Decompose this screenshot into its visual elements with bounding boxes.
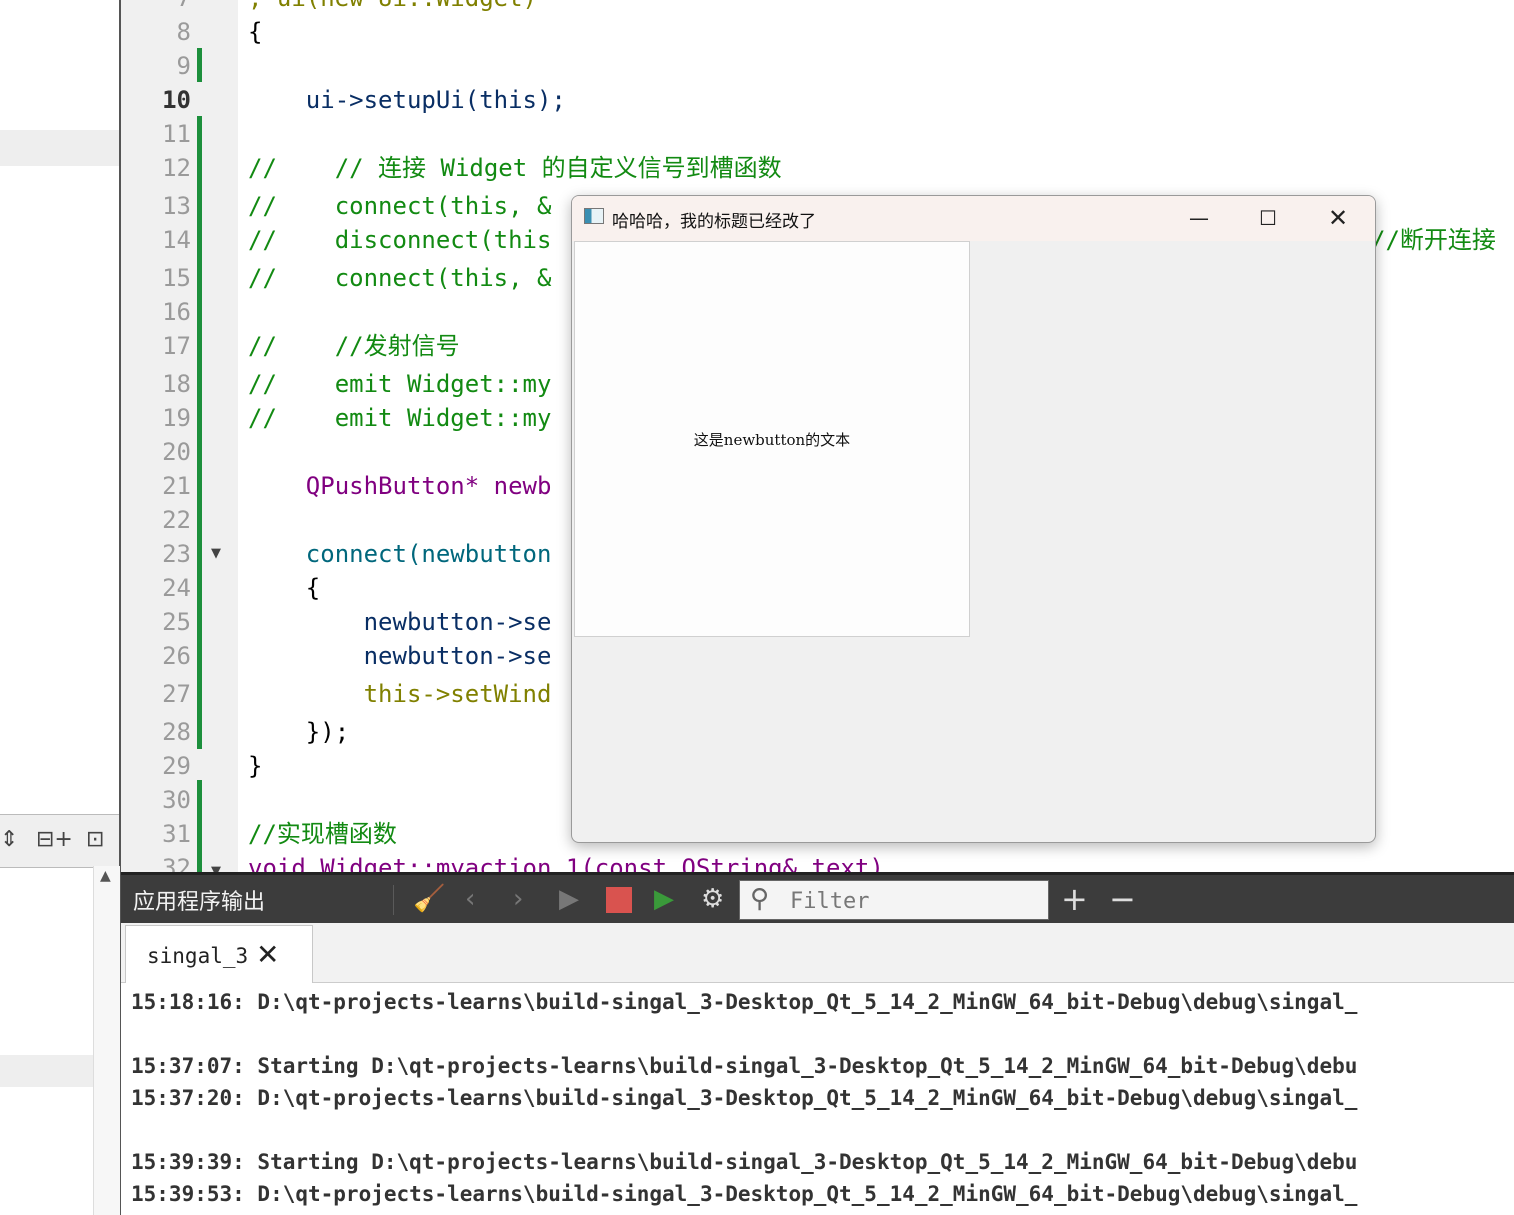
line-number: 20	[162, 438, 191, 466]
line-number: 14	[162, 226, 191, 254]
filter-input[interactable]	[788, 885, 1042, 917]
code-line: // connect(this, &	[248, 192, 552, 220]
line-number: 26	[162, 642, 191, 670]
change-marker	[197, 116, 202, 749]
newbutton-label: 这是newbutton的文本	[693, 430, 851, 449]
code-line: , ui(new Ui::Widget)	[248, 0, 537, 13]
code-line: newbutton->se	[248, 642, 552, 670]
tab-singal-3[interactable]: singal_3 ✕	[125, 925, 313, 983]
code-line: });	[248, 718, 350, 746]
minimize-icon[interactable]: —	[1164, 196, 1234, 241]
change-marker	[197, 48, 202, 82]
sidebar-selected-row[interactable]	[0, 130, 119, 166]
code-line: QPushButton* newb	[248, 472, 552, 500]
previous-arrow-icon[interactable]: ‹	[465, 883, 475, 915]
scroll-up-icon[interactable]: ▲	[100, 868, 111, 884]
code-line: }	[248, 752, 263, 780]
run-debug-icon[interactable]: ▶	[654, 883, 674, 915]
line-number: 17	[162, 332, 191, 360]
run-icon[interactable]: ▶	[559, 883, 579, 915]
log-line: 15:37:07: Starting D:\qt-projects-learns…	[131, 1054, 1358, 1078]
line-number: 31	[162, 820, 191, 848]
zoom-out-minus-icon[interactable]: −	[1109, 883, 1136, 915]
zoom-in-plus-icon[interactable]: +	[1061, 883, 1088, 915]
line-number: 28	[162, 718, 191, 746]
log-line: 15:37:20: D:\qt-projects-learns\build-si…	[131, 1086, 1358, 1110]
line-number: 27	[162, 680, 191, 708]
line-number: 21	[162, 472, 191, 500]
fold-arrow-icon[interactable]: ▼	[211, 864, 221, 872]
line-number: 8	[176, 18, 191, 46]
line-number: 12	[162, 154, 191, 182]
code-line: connect(newbutton	[248, 540, 552, 568]
sidebar-toolbar: ⇕ ⊟+ ⊡	[0, 814, 119, 868]
line-number: 32	[162, 854, 191, 872]
gear-icon[interactable]: ⚙	[701, 883, 724, 915]
code-line: {	[248, 574, 321, 602]
line-number: 29	[162, 752, 191, 780]
next-arrow-icon[interactable]: ›	[513, 883, 523, 915]
split-add-icon[interactable]: ⊟+	[36, 827, 73, 853]
code-line: // //发射信号	[248, 332, 460, 360]
line-number: 23	[162, 540, 191, 568]
stop-icon[interactable]	[606, 887, 632, 913]
log-line: 15:39:39: Starting D:\qt-projects-learns…	[131, 1150, 1358, 1174]
line-number: 22	[162, 506, 191, 534]
line-number: 30	[162, 786, 191, 814]
search-icon: ⚲	[750, 884, 770, 914]
line-number: 13	[162, 192, 191, 220]
line-number: 15	[162, 264, 191, 292]
newbutton[interactable]: 这是newbutton的文本	[574, 241, 970, 637]
line-number: 7	[121, 0, 191, 13]
code-line: ui->setupUi(this);	[248, 86, 566, 114]
code-line: this->setWind	[248, 680, 552, 708]
line-number: 25	[162, 608, 191, 636]
code-line: // emit Widget::my	[248, 370, 552, 398]
code-comment-tail: //断开连接	[1371, 226, 1496, 254]
close-tab-icon[interactable]: ✕	[256, 938, 279, 971]
window-titlebar[interactable]: 哈哈哈，我的标题已经改了 — ☐ ✕	[572, 196, 1375, 241]
code-line: // connect(this, &	[248, 264, 552, 292]
code-line: //实现槽函数	[248, 820, 397, 848]
code-line: // disconnect(this	[248, 226, 552, 254]
app-window: 哈哈哈，我的标题已经改了 — ☐ ✕ 这是newbutton的文本	[571, 195, 1376, 843]
log-line: 15:39:53: D:\qt-projects-learns\build-si…	[131, 1182, 1358, 1206]
line-number: 18	[162, 370, 191, 398]
output-tabs: singal_3 ✕	[121, 923, 1514, 983]
line-number: 9	[176, 52, 191, 80]
code-line: {	[248, 18, 263, 46]
line-number: 11	[162, 120, 191, 148]
code-line: // emit Widget::my	[248, 404, 552, 432]
output-log[interactable]: 15:18:16: D:\qt-projects-learns\build-si…	[121, 983, 1514, 1215]
code-line: void Widget::myaction_1(const QString& t…	[248, 854, 884, 872]
line-number-current: 10	[162, 86, 191, 114]
code-line: // // 连接 Widget 的自定义信号到槽函数	[248, 154, 782, 182]
sort-updown-icon[interactable]: ⇕	[0, 827, 18, 853]
clear-broom-icon[interactable]: 🧹	[413, 883, 445, 915]
window-title: 哈哈哈，我的标题已经改了	[612, 212, 816, 232]
maximize-icon[interactable]: ☐	[1233, 196, 1303, 241]
line-number: 19	[162, 404, 191, 432]
close-panel-icon[interactable]: ⊡	[86, 827, 104, 853]
sidebar-scrollbar[interactable]: ▲	[93, 866, 120, 1215]
sidebar-selected-row-2[interactable]	[0, 1055, 93, 1087]
line-number: 24	[162, 574, 191, 602]
left-sidebar: ⇕ ⊟+ ⊡ ▲	[0, 0, 121, 1215]
code-line: newbutton->se	[248, 608, 552, 636]
close-icon[interactable]: ✕	[1303, 196, 1373, 241]
filter-field[interactable]: ⚲	[739, 880, 1049, 920]
fold-arrow-icon[interactable]: ▼	[211, 546, 221, 561]
output-pane-title: 应用程序输出	[133, 890, 266, 915]
output-toolbar: 应用程序输出 🧹 ‹ › ▶ ▶ ⚙ ⚲ + −	[121, 872, 1514, 923]
tab-label: singal_3	[147, 944, 249, 968]
log-line: 15:18:16: D:\qt-projects-learns\build-si…	[131, 990, 1358, 1014]
line-number: 16	[162, 298, 191, 326]
toolbar-separator	[393, 885, 394, 915]
change-marker	[197, 780, 202, 872]
app-window-icon	[584, 208, 604, 224]
